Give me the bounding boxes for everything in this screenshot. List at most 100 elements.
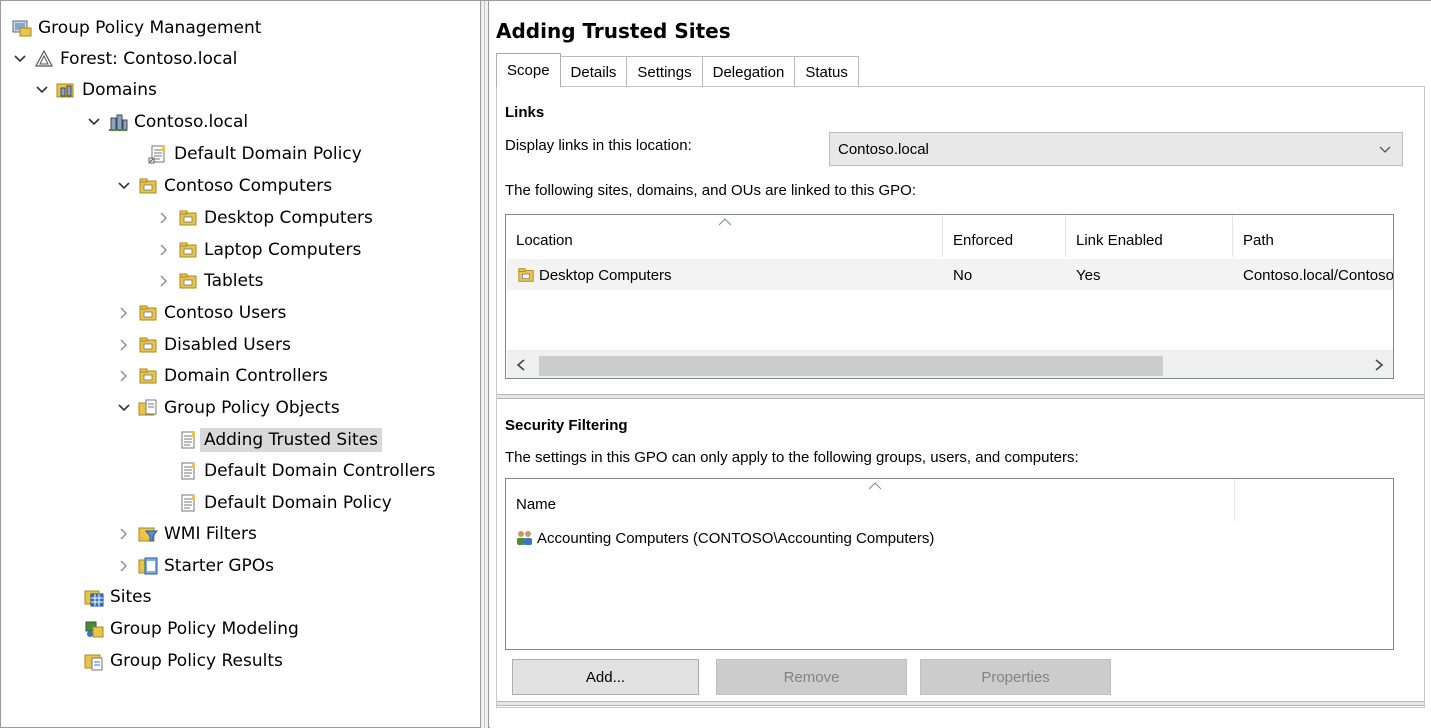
tree-label: Contoso.local bbox=[134, 111, 249, 132]
pane-splitter[interactable] bbox=[480, 1, 489, 728]
group-icon bbox=[517, 531, 532, 545]
tab-settings[interactable]: Settings bbox=[626, 56, 703, 87]
chevron-down-icon[interactable] bbox=[34, 82, 50, 98]
chevron-down-icon[interactable] bbox=[86, 114, 102, 130]
tree-label: Group Policy Results bbox=[110, 650, 283, 671]
chevron-down-icon[interactable] bbox=[116, 178, 132, 194]
column-link-enabled[interactable]: Link Enabled bbox=[1066, 215, 1233, 257]
gpo-icon bbox=[181, 431, 196, 448]
column-path[interactable]: Path bbox=[1233, 215, 1393, 257]
linked-text: The following sites, domains, and OUs ar… bbox=[505, 182, 917, 199]
ou-icon bbox=[139, 337, 157, 352]
chevron-right-icon[interactable] bbox=[156, 273, 172, 289]
tree-item-ddp-link[interactable]: Default Domain Policy bbox=[148, 138, 362, 169]
tree-item-forest[interactable]: Forest: Contoso.local bbox=[12, 43, 237, 74]
cell-location: Desktop Computers bbox=[539, 267, 672, 284]
chevron-right-icon[interactable] bbox=[116, 305, 132, 321]
tree-label: Starter GPOs bbox=[164, 555, 275, 576]
ou-icon bbox=[179, 210, 197, 225]
ou-icon bbox=[179, 273, 197, 288]
add-button[interactable]: Add... bbox=[512, 659, 699, 695]
tree-label: Laptop Computers bbox=[204, 239, 362, 260]
tree-label: Group Policy Management bbox=[38, 17, 262, 38]
tree-item-default-domain-controllers[interactable]: Default Domain Controllers bbox=[178, 455, 435, 486]
tree-item-sites[interactable]: Sites bbox=[84, 581, 152, 612]
tree-item-contoso-computers[interactable]: Contoso Computers bbox=[116, 170, 332, 201]
gpo-folder-icon bbox=[138, 399, 157, 415]
tree-label: Sites bbox=[110, 586, 152, 607]
tree-item-contoso-users[interactable]: Contoso Users bbox=[116, 297, 286, 328]
tree-label: Default Domain Controllers bbox=[204, 460, 436, 481]
chevron-right-icon[interactable] bbox=[156, 242, 172, 258]
gpo-title: Adding Trusted Sites bbox=[496, 19, 731, 43]
tree-item-domains[interactable]: Domains bbox=[34, 74, 157, 105]
starter-gpo-icon bbox=[138, 557, 158, 574]
tree-item-results[interactable]: Group Policy Results bbox=[84, 645, 283, 676]
sort-ascending-icon bbox=[868, 482, 882, 490]
links-listview[interactable]: Location Enforced Link Enabled Path Desk… bbox=[505, 214, 1394, 379]
chevron-down-icon bbox=[1379, 146, 1391, 153]
chevron-right-icon[interactable] bbox=[156, 210, 172, 226]
chevron-down-icon[interactable] bbox=[12, 51, 28, 67]
tab-status[interactable]: Status bbox=[794, 56, 859, 87]
bottom-splitter[interactable] bbox=[497, 701, 1424, 706]
tree-label: Default Domain Policy bbox=[174, 143, 362, 164]
tree-label: Default Domain Policy bbox=[204, 492, 392, 513]
ou-icon bbox=[139, 368, 157, 383]
tab-details[interactable]: Details bbox=[559, 56, 628, 87]
tree-label: Domains bbox=[82, 79, 157, 100]
tree-item-default-domain-policy[interactable]: Default Domain Policy bbox=[178, 487, 392, 518]
location-dropdown[interactable]: Contoso.local bbox=[829, 132, 1403, 166]
ou-icon bbox=[139, 305, 157, 320]
section-splitter[interactable] bbox=[497, 394, 1424, 399]
ou-icon bbox=[139, 178, 157, 193]
tree-root[interactable]: Group Policy Management bbox=[12, 12, 261, 43]
tree-item-domain[interactable]: Contoso.local bbox=[86, 106, 248, 137]
tab-strip: Scope Details Settings Delegation Status bbox=[496, 53, 859, 87]
cell-enforced: No bbox=[953, 267, 973, 284]
forest-icon bbox=[35, 49, 53, 67]
tree-label: Forest: Contoso.local bbox=[60, 48, 238, 69]
security-heading: Security Filtering bbox=[505, 417, 628, 434]
tree-item-gpo-container[interactable]: Group Policy Objects bbox=[116, 392, 340, 423]
scroll-left-icon[interactable] bbox=[515, 358, 527, 372]
tab-delegation[interactable]: Delegation bbox=[701, 56, 796, 87]
tree-item-desktop[interactable]: Desktop Computers bbox=[156, 202, 373, 233]
ou-icon bbox=[179, 242, 197, 257]
domains-icon bbox=[56, 83, 74, 97]
horizontal-scrollbar[interactable] bbox=[507, 350, 1393, 378]
tree-item-domain-controllers[interactable]: Domain Controllers bbox=[116, 360, 328, 391]
remove-button[interactable]: Remove bbox=[716, 659, 907, 695]
tree-item-disabled-users[interactable]: Disabled Users bbox=[116, 329, 291, 360]
tree-item-adding-trusted-sites[interactable]: Adding Trusted Sites bbox=[178, 424, 382, 455]
tree-label: Contoso Computers bbox=[164, 175, 333, 196]
tab-scope[interactable]: Scope bbox=[496, 53, 561, 87]
tree-item-wmi-filters[interactable]: WMI Filters bbox=[116, 518, 257, 549]
list-item[interactable]: Accounting Computers (CONTOSO\Accounting… bbox=[537, 530, 934, 547]
security-listview[interactable]: Name Accounting Computers (CONTOSO\Accou… bbox=[505, 478, 1394, 650]
scroll-thumb[interactable] bbox=[539, 356, 1163, 376]
tree-item-tablets[interactable]: Tablets bbox=[156, 265, 263, 296]
chevron-right-icon[interactable] bbox=[116, 558, 132, 574]
scope-panel: Links Display links in this location: Co… bbox=[496, 86, 1425, 708]
tree-label: Tablets bbox=[204, 270, 264, 291]
tree-item-modeling[interactable]: Group Policy Modeling bbox=[84, 613, 299, 644]
tree-label: Group Policy Modeling bbox=[110, 618, 299, 639]
properties-button[interactable]: Properties bbox=[920, 659, 1111, 695]
results-icon bbox=[84, 654, 103, 670]
location-value: Contoso.local bbox=[838, 140, 929, 158]
chevron-down-icon[interactable] bbox=[116, 400, 132, 416]
chevron-right-icon[interactable] bbox=[116, 368, 132, 384]
scroll-right-icon[interactable] bbox=[1373, 358, 1385, 372]
tree-label: Desktop Computers bbox=[204, 207, 373, 228]
chevron-right-icon[interactable] bbox=[116, 526, 132, 542]
tree-item-laptop[interactable]: Laptop Computers bbox=[156, 234, 361, 265]
cell-path: Contoso.local/Contoso Computers/Desktop … bbox=[1243, 267, 1393, 284]
column-enforced[interactable]: Enforced bbox=[943, 215, 1066, 257]
gpo-icon bbox=[181, 462, 196, 479]
display-links-label: Display links in this location: bbox=[505, 137, 692, 154]
sort-ascending-icon bbox=[718, 218, 732, 226]
sites-icon bbox=[84, 590, 104, 606]
tree-item-starter-gpos[interactable]: Starter GPOs bbox=[116, 550, 274, 581]
chevron-right-icon[interactable] bbox=[116, 337, 132, 353]
